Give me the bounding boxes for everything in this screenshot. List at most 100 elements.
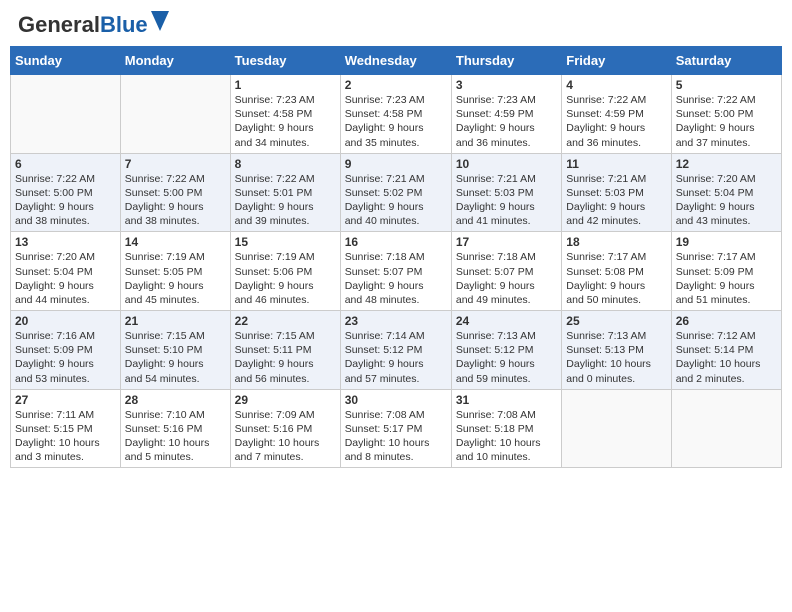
logo-blue: Blue: [100, 12, 148, 37]
day-header-monday: Monday: [120, 47, 230, 75]
header: GeneralBlue: [10, 10, 782, 40]
calendar: SundayMondayTuesdayWednesdayThursdayFrid…: [10, 46, 782, 468]
calendar-cell: 19Sunrise: 7:17 AM Sunset: 5:09 PM Dayli…: [671, 232, 781, 311]
calendar-cell: [11, 75, 121, 154]
day-header-saturday: Saturday: [671, 47, 781, 75]
calendar-cell: 22Sunrise: 7:15 AM Sunset: 5:11 PM Dayli…: [230, 311, 340, 390]
day-number: 18: [566, 235, 666, 249]
day-number: 28: [125, 393, 226, 407]
day-number: 17: [456, 235, 557, 249]
calendar-cell: 14Sunrise: 7:19 AM Sunset: 5:05 PM Dayli…: [120, 232, 230, 311]
day-number: 2: [345, 78, 447, 92]
day-number: 25: [566, 314, 666, 328]
day-header-thursday: Thursday: [451, 47, 561, 75]
day-header-wednesday: Wednesday: [340, 47, 451, 75]
day-number: 21: [125, 314, 226, 328]
calendar-cell: 29Sunrise: 7:09 AM Sunset: 5:16 PM Dayli…: [230, 389, 340, 468]
day-info: Sunrise: 7:22 AM Sunset: 5:00 PM Dayligh…: [125, 172, 226, 229]
day-number: 1: [235, 78, 336, 92]
calendar-cell: [671, 389, 781, 468]
day-number: 11: [566, 157, 666, 171]
calendar-cell: 26Sunrise: 7:12 AM Sunset: 5:14 PM Dayli…: [671, 311, 781, 390]
calendar-cell: 9Sunrise: 7:21 AM Sunset: 5:02 PM Daylig…: [340, 153, 451, 232]
calendar-week-row: 1Sunrise: 7:23 AM Sunset: 4:58 PM Daylig…: [11, 75, 782, 154]
calendar-cell: 5Sunrise: 7:22 AM Sunset: 5:00 PM Daylig…: [671, 75, 781, 154]
calendar-cell: 4Sunrise: 7:22 AM Sunset: 4:59 PM Daylig…: [562, 75, 671, 154]
day-info: Sunrise: 7:15 AM Sunset: 5:11 PM Dayligh…: [235, 329, 336, 386]
day-info: Sunrise: 7:17 AM Sunset: 5:08 PM Dayligh…: [566, 250, 666, 307]
day-number: 10: [456, 157, 557, 171]
calendar-cell: 25Sunrise: 7:13 AM Sunset: 5:13 PM Dayli…: [562, 311, 671, 390]
day-info: Sunrise: 7:13 AM Sunset: 5:13 PM Dayligh…: [566, 329, 666, 386]
day-number: 9: [345, 157, 447, 171]
day-number: 26: [676, 314, 777, 328]
day-info: Sunrise: 7:18 AM Sunset: 5:07 PM Dayligh…: [456, 250, 557, 307]
calendar-cell: 20Sunrise: 7:16 AM Sunset: 5:09 PM Dayli…: [11, 311, 121, 390]
calendar-week-row: 20Sunrise: 7:16 AM Sunset: 5:09 PM Dayli…: [11, 311, 782, 390]
calendar-cell: 30Sunrise: 7:08 AM Sunset: 5:17 PM Dayli…: [340, 389, 451, 468]
day-info: Sunrise: 7:23 AM Sunset: 4:59 PM Dayligh…: [456, 93, 557, 150]
day-info: Sunrise: 7:18 AM Sunset: 5:07 PM Dayligh…: [345, 250, 447, 307]
day-number: 4: [566, 78, 666, 92]
calendar-cell: 13Sunrise: 7:20 AM Sunset: 5:04 PM Dayli…: [11, 232, 121, 311]
calendar-cell: 1Sunrise: 7:23 AM Sunset: 4:58 PM Daylig…: [230, 75, 340, 154]
calendar-cell: 7Sunrise: 7:22 AM Sunset: 5:00 PM Daylig…: [120, 153, 230, 232]
day-info: Sunrise: 7:21 AM Sunset: 5:03 PM Dayligh…: [566, 172, 666, 229]
day-header-sunday: Sunday: [11, 47, 121, 75]
calendar-cell: 23Sunrise: 7:14 AM Sunset: 5:12 PM Dayli…: [340, 311, 451, 390]
day-info: Sunrise: 7:20 AM Sunset: 5:04 PM Dayligh…: [15, 250, 116, 307]
calendar-week-row: 6 Sunrise: 7:22 AM Sunset: 5:00 PM Daylig…: [11, 153, 782, 232]
day-info: Sunrise: 7:17 AM Sunset: 5:09 PM Dayligh…: [676, 250, 777, 307]
day-number: 24: [456, 314, 557, 328]
day-info: Sunrise: 7:19 AM Sunset: 5:05 PM Dayligh…: [125, 250, 226, 307]
day-number: 12: [676, 157, 777, 171]
calendar-cell: 27Sunrise: 7:11 AM Sunset: 5:15 PM Dayli…: [11, 389, 121, 468]
day-number: 31: [456, 393, 557, 407]
day-info: Sunrise: 7:19 AM Sunset: 5:06 PM Dayligh…: [235, 250, 336, 307]
calendar-cell: 28Sunrise: 7:10 AM Sunset: 5:16 PM Dayli…: [120, 389, 230, 468]
day-info: Sunrise: 7:14 AM Sunset: 5:12 PM Dayligh…: [345, 329, 447, 386]
calendar-cell: 15Sunrise: 7:19 AM Sunset: 5:06 PM Dayli…: [230, 232, 340, 311]
day-number: 29: [235, 393, 336, 407]
calendar-cell: 6Sunrise: 7:22 AM Sunset: 5:00 PM Daylig…: [11, 153, 121, 232]
day-number: 27: [15, 393, 116, 407]
day-info: Sunrise: 7:08 AM Sunset: 5:18 PM Dayligh…: [456, 408, 557, 465]
calendar-cell: 12Sunrise: 7:20 AM Sunset: 5:04 PM Dayli…: [671, 153, 781, 232]
day-number: 20: [15, 314, 116, 328]
calendar-cell: 8Sunrise: 7:22 AM Sunset: 5:01 PM Daylig…: [230, 153, 340, 232]
calendar-cell: 31Sunrise: 7:08 AM Sunset: 5:18 PM Dayli…: [451, 389, 561, 468]
day-number: 14: [125, 235, 226, 249]
calendar-cell: 2Sunrise: 7:23 AM Sunset: 4:58 PM Daylig…: [340, 75, 451, 154]
day-info: Sunrise: 7:22 AM Sunset: 5:00 PM Dayligh…: [676, 93, 777, 150]
day-number: 7: [125, 157, 226, 171]
day-number: 6: [15, 157, 116, 171]
day-info: Sunrise: 7:23 AM Sunset: 4:58 PM Dayligh…: [345, 93, 447, 150]
calendar-week-row: 13Sunrise: 7:20 AM Sunset: 5:04 PM Dayli…: [11, 232, 782, 311]
day-number: 8: [235, 157, 336, 171]
day-info: Sunrise: 7:16 AM Sunset: 5:09 PM Dayligh…: [15, 329, 116, 386]
calendar-cell: 10Sunrise: 7:21 AM Sunset: 5:03 PM Dayli…: [451, 153, 561, 232]
day-info: Sunrise: 7:22 AM Sunset: 4:59 PM Dayligh…: [566, 93, 666, 150]
calendar-header-row: SundayMondayTuesdayWednesdayThursdayFrid…: [11, 47, 782, 75]
day-info: Sunrise: 7:11 AM Sunset: 5:15 PM Dayligh…: [15, 408, 116, 465]
calendar-cell: [562, 389, 671, 468]
day-info: Sunrise: 7:09 AM Sunset: 5:16 PM Dayligh…: [235, 408, 336, 465]
day-info: Sunrise: 7:20 AM Sunset: 5:04 PM Dayligh…: [676, 172, 777, 229]
calendar-cell: 11Sunrise: 7:21 AM Sunset: 5:03 PM Dayli…: [562, 153, 671, 232]
day-header-friday: Friday: [562, 47, 671, 75]
calendar-cell: 16Sunrise: 7:18 AM Sunset: 5:07 PM Dayli…: [340, 232, 451, 311]
day-info: Sunrise: 7:13 AM Sunset: 5:12 PM Dayligh…: [456, 329, 557, 386]
day-info: Sunrise: 7:08 AM Sunset: 5:17 PM Dayligh…: [345, 408, 447, 465]
day-info: Sunrise: 7:15 AM Sunset: 5:10 PM Dayligh…: [125, 329, 226, 386]
day-number: 19: [676, 235, 777, 249]
calendar-cell: [120, 75, 230, 154]
day-number: 23: [345, 314, 447, 328]
day-info: Sunrise: 7:23 AM Sunset: 4:58 PM Dayligh…: [235, 93, 336, 150]
day-number: 22: [235, 314, 336, 328]
day-info: Sunrise: 7:10 AM Sunset: 5:16 PM Dayligh…: [125, 408, 226, 465]
day-header-tuesday: Tuesday: [230, 47, 340, 75]
day-number: 16: [345, 235, 447, 249]
logo-general: General: [18, 12, 100, 37]
day-info: Sunrise: 7:12 AM Sunset: 5:14 PM Dayligh…: [676, 329, 777, 386]
calendar-week-row: 27Sunrise: 7:11 AM Sunset: 5:15 PM Dayli…: [11, 389, 782, 468]
